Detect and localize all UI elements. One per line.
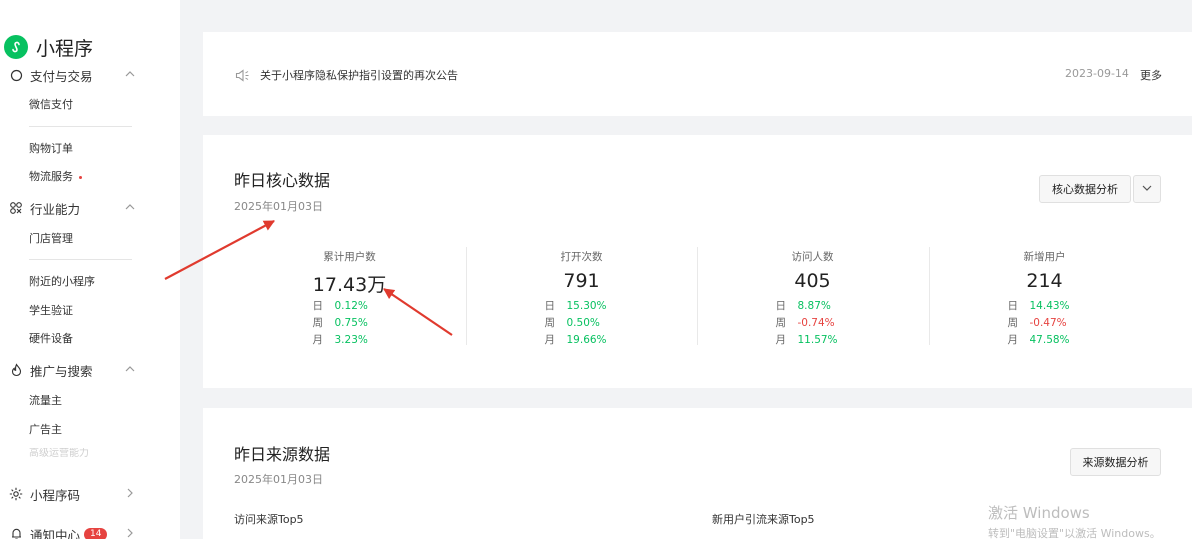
metric-row-day: 日 8.87% [775, 300, 831, 312]
chevron-right-icon [124, 527, 136, 539]
metric-value: 214 [1026, 270, 1063, 292]
app-logo[interactable]: 小程序 [4, 34, 98, 60]
nav-group-payment[interactable]: 支付与交易 [8, 64, 138, 86]
divider [29, 126, 132, 127]
chevron-right-icon [124, 487, 136, 502]
sun-code-icon [8, 486, 24, 502]
metric-label: 累计用户数 [323, 251, 376, 263]
more-link[interactable]: 更多 [1140, 67, 1162, 83]
metric-value: 17.43万 [312, 274, 387, 296]
mini-program-logo-icon [4, 35, 28, 59]
windows-activation-hint: 转到"电脑设置"以激活 Windows。 [988, 527, 1161, 539]
sidebar-item-advertiser[interactable]: 广告主 [29, 421, 62, 439]
nav-group-label: 通知中心 [30, 527, 81, 539]
speaker-icon [235, 67, 250, 86]
metric-row-day: 日 0.12% [312, 300, 368, 312]
bell-icon [8, 526, 24, 539]
notification-count-badge: 14 [84, 527, 108, 539]
nav-group-notifications[interactable]: 通知中心 14 [8, 523, 138, 539]
visit-source-top5-label: 访问来源Top5 [234, 513, 304, 526]
notice-date: 2023-09-14 [1065, 67, 1129, 80]
sidebar-item-store-management[interactable]: 门店管理 [29, 230, 73, 248]
metric-row-month: 月 11.57% [775, 334, 838, 346]
metric-row-month: 月 3.23% [312, 334, 368, 346]
metric-value: 405 [794, 270, 831, 292]
sidebar-item-hardware[interactable]: 硬件设备 [29, 330, 73, 348]
app-title: 小程序 [36, 37, 94, 60]
metric-value: 791 [563, 270, 600, 292]
sidebar-item-label: 物流服务 [29, 170, 73, 183]
sidebar-item-advanced-ops[interactable]: 高级运营能力 [29, 448, 89, 460]
source-data-title: 昨日来源数据 [234, 445, 331, 464]
metric-row-month: 月 19.66% [544, 334, 607, 346]
sidebar-item-wechat-pay[interactable]: 微信支付 [29, 96, 73, 114]
sidebar-item-nearby-mini-program[interactable]: 附近的小程序 [29, 273, 95, 291]
nav-group-promotion[interactable]: 推广与搜索 [8, 359, 138, 381]
metric-row-day: 日 14.43% [1007, 300, 1070, 312]
sidebar: 小程序 支付与交易 微信支付 购物订单 物流服务 行业能力 门店管理 附近的小程… [0, 0, 180, 539]
metric-label: 新增用户 [1023, 251, 1066, 263]
red-dot-indicator [79, 175, 82, 179]
metric-label: 打开次数 [560, 251, 603, 263]
metric-total-users: 累计用户数 17.43万 日 0.12% 周 0.75% 月 3.23% [234, 249, 465, 347]
metric-row-week: 周 0.75% [312, 317, 368, 329]
flame-icon [8, 362, 24, 378]
chevron-down-icon [1141, 182, 1153, 197]
metric-row-day: 日 15.30% [544, 300, 607, 312]
notice-link[interactable]: 关于小程序隐私保护指引设置的再次公告 [260, 67, 458, 83]
nav-group-label: 推广与搜索 [30, 363, 93, 379]
metric-visitors: 访问人数 405 日 8.87% 周 -0.74% 月 11.57% [697, 249, 928, 347]
metric-row-month: 月 47.58% [1007, 334, 1070, 346]
metric-label: 访问人数 [791, 251, 834, 263]
metric-new-users: 新增用户 214 日 14.43% 周 -0.47% 月 47.58% [929, 249, 1160, 347]
sidebar-item-orders[interactable]: 购物订单 [29, 140, 73, 158]
core-analysis-dropdown-button[interactable] [1133, 175, 1161, 203]
nav-group-mini-program-code[interactable]: 小程序码 [8, 483, 138, 505]
nav-group-label: 支付与交易 [30, 68, 93, 84]
metric-row-week: 周 -0.74% [775, 317, 835, 329]
divider [29, 259, 132, 260]
payment-icon [8, 67, 24, 83]
notice-card: 关于小程序隐私保护指引设置的再次公告 2023-09-14 更多 [203, 32, 1192, 116]
new-user-source-top5-label: 新用户引流来源Top5 [712, 513, 815, 526]
nav-group-label: 行业能力 [30, 201, 81, 217]
metric-row-week: 周 -0.47% [1007, 317, 1067, 329]
chevron-up-icon [124, 363, 136, 378]
sidebar-item-traffic-owner[interactable]: 流量主 [29, 392, 62, 410]
chevron-up-icon [124, 201, 136, 216]
sidebar-item-logistics[interactable]: 物流服务 [29, 168, 82, 186]
metric-open-count: 打开次数 791 日 15.30% 周 0.50% 月 19.66% [466, 249, 697, 347]
core-data-date: 2025年01月03日 [234, 200, 323, 213]
nav-group-label: 小程序码 [30, 487, 81, 503]
source-data-date: 2025年01月03日 [234, 473, 323, 486]
core-data-card: 昨日核心数据 2025年01月03日 核心数据分析 累计用户数 17.43万 日… [203, 135, 1192, 388]
core-data-title: 昨日核心数据 [234, 171, 331, 190]
metric-row-week: 周 0.50% [544, 317, 600, 329]
source-analysis-button[interactable]: 来源数据分析 [1070, 448, 1161, 476]
core-analysis-button[interactable]: 核心数据分析 [1039, 175, 1131, 203]
industry-icon [8, 200, 24, 216]
windows-activation-watermark: 激活 Windows [988, 504, 1090, 522]
chevron-up-icon [124, 68, 136, 83]
nav-group-industry[interactable]: 行业能力 [8, 197, 138, 219]
sidebar-item-student-verification[interactable]: 学生验证 [29, 302, 73, 320]
